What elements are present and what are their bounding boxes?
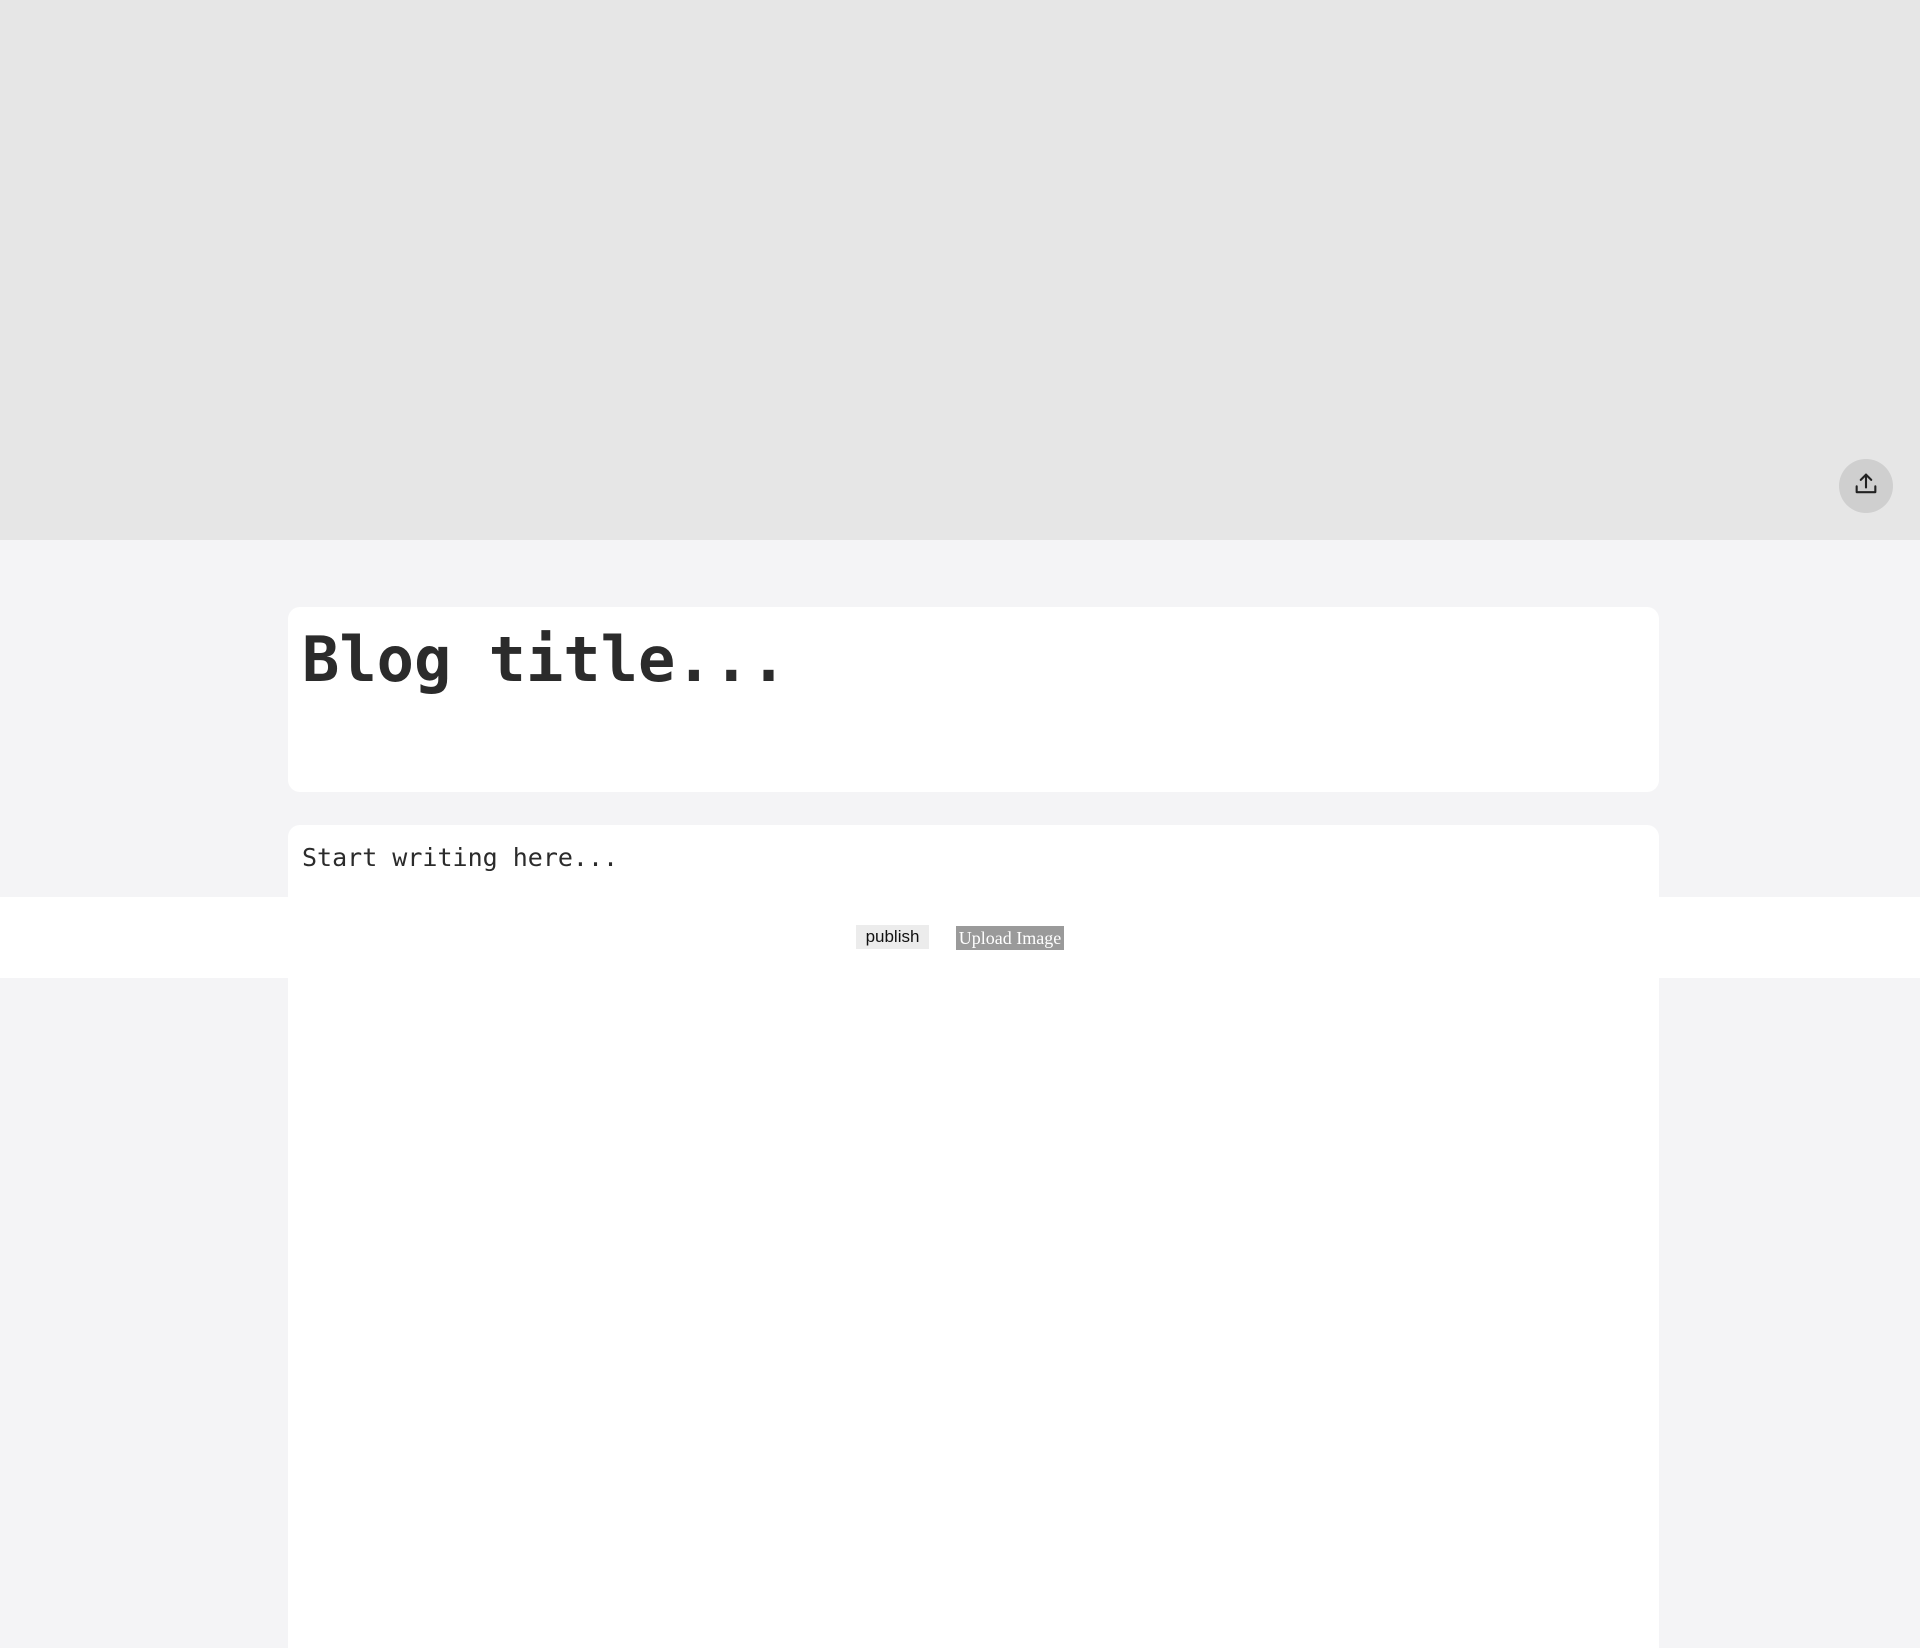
- upload-icon: [1852, 470, 1880, 502]
- upload-image-button[interactable]: Upload Image: [956, 926, 1064, 950]
- title-card: Blog title...: [288, 607, 1659, 792]
- publish-button[interactable]: publish: [856, 925, 929, 949]
- blog-title-input[interactable]: Blog title...: [302, 623, 787, 697]
- cover-upload-button[interactable]: [1839, 459, 1893, 513]
- cover-image-area[interactable]: [0, 0, 1920, 540]
- blog-body-editor[interactable]: Start writing here...: [302, 843, 618, 872]
- action-toolbar: publish Upload Image: [0, 897, 1920, 978]
